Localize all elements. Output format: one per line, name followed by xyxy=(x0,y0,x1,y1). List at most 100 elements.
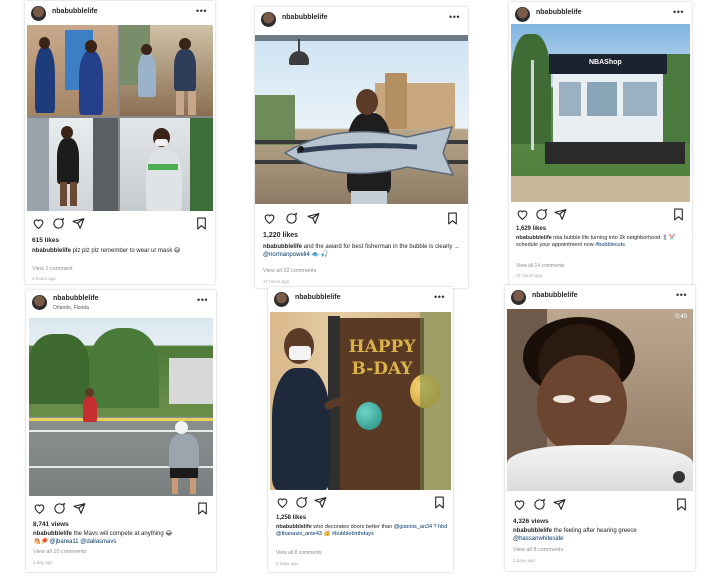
action-bar xyxy=(505,498,695,512)
collage-cell xyxy=(120,25,213,116)
view-comments-link[interactable]: View all 8 comments xyxy=(276,550,322,556)
caption-emoji: 🐴🏓 xyxy=(33,539,50,545)
username[interactable]: nbabubblelife xyxy=(282,14,328,21)
shop-sign: NBAShop xyxy=(589,59,622,66)
share-icon[interactable] xyxy=(554,208,567,221)
avatar[interactable] xyxy=(31,6,46,21)
share-icon[interactable] xyxy=(307,212,320,225)
caption: nbabubblelife and the award for best fis… xyxy=(263,243,463,259)
bookmark-icon[interactable] xyxy=(434,496,445,509)
caption: nbabubblelife who decorates doors better… xyxy=(276,524,451,538)
heart-icon[interactable] xyxy=(32,217,45,230)
view-comments-link[interactable]: View all 14 comments xyxy=(516,263,565,269)
caption-text: the Mavs will compete at anything 😂 xyxy=(73,531,173,537)
more-icon[interactable]: ••• xyxy=(673,7,684,17)
more-icon[interactable]: ••• xyxy=(434,292,445,302)
heart-icon[interactable] xyxy=(276,496,289,509)
timestamp: 17 hours ago xyxy=(263,279,290,284)
like-count[interactable]: 1,629 likes xyxy=(516,226,546,232)
more-icon[interactable]: ••• xyxy=(449,12,460,22)
post-header: nbabubblelife ••• xyxy=(268,287,453,313)
avatar[interactable] xyxy=(32,295,47,310)
caption-hashtag[interactable]: #bubblecuts xyxy=(595,242,625,248)
avatar[interactable] xyxy=(274,292,289,307)
timestamp: 2 days ago xyxy=(276,561,299,566)
caption-username[interactable]: nbabubblelife xyxy=(263,244,302,250)
heart-icon[interactable] xyxy=(516,208,529,221)
caption-text: who decorates doors better than xyxy=(313,524,393,530)
caption: nbabubblelife the feeling after hearing … xyxy=(513,527,691,543)
caption-mention[interactable]: @hassanwhiteside xyxy=(513,536,563,542)
username[interactable]: nbabubblelife xyxy=(53,295,99,302)
caption-username[interactable]: nbabubblelife xyxy=(32,248,71,254)
caption: nbabubblelife nba bubble life turning in… xyxy=(516,235,688,249)
like-count[interactable]: 1,258 likes xyxy=(276,515,306,521)
username[interactable]: nbabubblelife xyxy=(295,294,341,301)
bookmark-icon[interactable] xyxy=(676,498,687,511)
heart-icon[interactable] xyxy=(263,212,276,225)
post-6: nbabubblelife ••• 0:40 4,326 views nbabu… xyxy=(505,285,695,571)
timestamp: 1 day ago xyxy=(33,560,53,565)
post-image[interactable]: 0:40 xyxy=(507,309,693,491)
caption-username[interactable]: nbabubblelife xyxy=(276,524,312,530)
comment-icon[interactable] xyxy=(533,498,546,511)
post-header: nbabubblelife Orlando, Florida ••• xyxy=(26,290,216,316)
timestamp: 2 hours ago xyxy=(32,276,56,281)
view-count[interactable]: 8,741 views xyxy=(33,521,69,528)
share-icon[interactable] xyxy=(72,217,85,230)
caption-text: the feeling after hearing greece xyxy=(553,528,637,534)
post-image[interactable] xyxy=(29,318,213,496)
caption-emoji: 😷 xyxy=(174,248,181,254)
more-icon[interactable]: ••• xyxy=(676,290,687,300)
like-count[interactable]: 1,220 likes xyxy=(263,232,298,239)
action-bar xyxy=(255,212,468,226)
more-icon[interactable]: ••• xyxy=(196,6,207,16)
comment-icon[interactable] xyxy=(295,496,308,509)
post-4: nbabubblelife Orlando, Florida ••• 8,741… xyxy=(26,290,216,572)
share-icon[interactable] xyxy=(314,496,327,509)
more-icon[interactable]: ••• xyxy=(197,295,208,305)
caption-emoji: 🥳 xyxy=(323,531,331,537)
bookmark-icon[interactable] xyxy=(196,217,207,230)
share-icon[interactable] xyxy=(553,498,566,511)
location[interactable]: Orlando, Florida xyxy=(53,305,89,311)
share-icon[interactable] xyxy=(73,502,86,515)
like-count[interactable]: 615 likes xyxy=(32,237,59,244)
view-count[interactable]: 4,326 views xyxy=(513,518,549,525)
caption-mention[interactable]: @normanpowell4 xyxy=(263,252,310,258)
view-comments-link[interactable]: View all 22 comments xyxy=(263,268,316,274)
comment-icon[interactable] xyxy=(285,212,298,225)
post-1: nbabubblelife ••• 615 likes nbabubblelif… xyxy=(25,1,215,284)
comment-icon[interactable] xyxy=(53,502,66,515)
caption-hashtag[interactable]: #bubblebirthdays xyxy=(332,531,374,537)
post-image[interactable] xyxy=(255,35,468,204)
view-comments-link[interactable]: View all 10 comments xyxy=(33,549,86,555)
username[interactable]: nbabubblelife xyxy=(536,9,582,16)
post-image[interactable]: HAPPY B-DAY xyxy=(270,312,451,490)
avatar[interactable] xyxy=(511,290,526,305)
username[interactable]: nbabubblelife xyxy=(532,292,578,299)
caption-username[interactable]: nbabubblelife xyxy=(516,235,552,241)
post-image[interactable]: NBAShop xyxy=(511,24,690,202)
username[interactable]: nbabubblelife xyxy=(52,8,98,15)
bookmark-icon[interactable] xyxy=(447,212,458,225)
caption-mention[interactable]: @jbarea11 @dallasmavs xyxy=(50,539,117,545)
bookmark-icon[interactable] xyxy=(673,208,684,221)
bookmark-icon[interactable] xyxy=(197,502,208,515)
heart-icon[interactable] xyxy=(513,498,526,511)
post-header: nbabubblelife ••• xyxy=(505,285,695,311)
caption: nbabubblelife plz plz plz remember to we… xyxy=(32,247,210,255)
comment-icon[interactable] xyxy=(52,217,65,230)
heart-icon[interactable] xyxy=(33,502,46,515)
caption-username[interactable]: nbabubblelife xyxy=(513,528,552,534)
caption-username[interactable]: nbabubblelife xyxy=(33,531,72,537)
view-comments-link[interactable]: View 1 comment xyxy=(32,266,73,272)
action-bar xyxy=(509,208,692,222)
avatar[interactable] xyxy=(261,12,276,27)
caption-text: and the award for best fisherman in the … xyxy=(303,244,460,250)
comment-icon[interactable] xyxy=(535,208,548,221)
post-image[interactable] xyxy=(27,25,213,211)
avatar[interactable] xyxy=(515,7,530,22)
balloon-text: HAPPY B-DAY xyxy=(348,337,416,379)
view-comments-link[interactable]: View all 8 comments xyxy=(513,547,563,553)
